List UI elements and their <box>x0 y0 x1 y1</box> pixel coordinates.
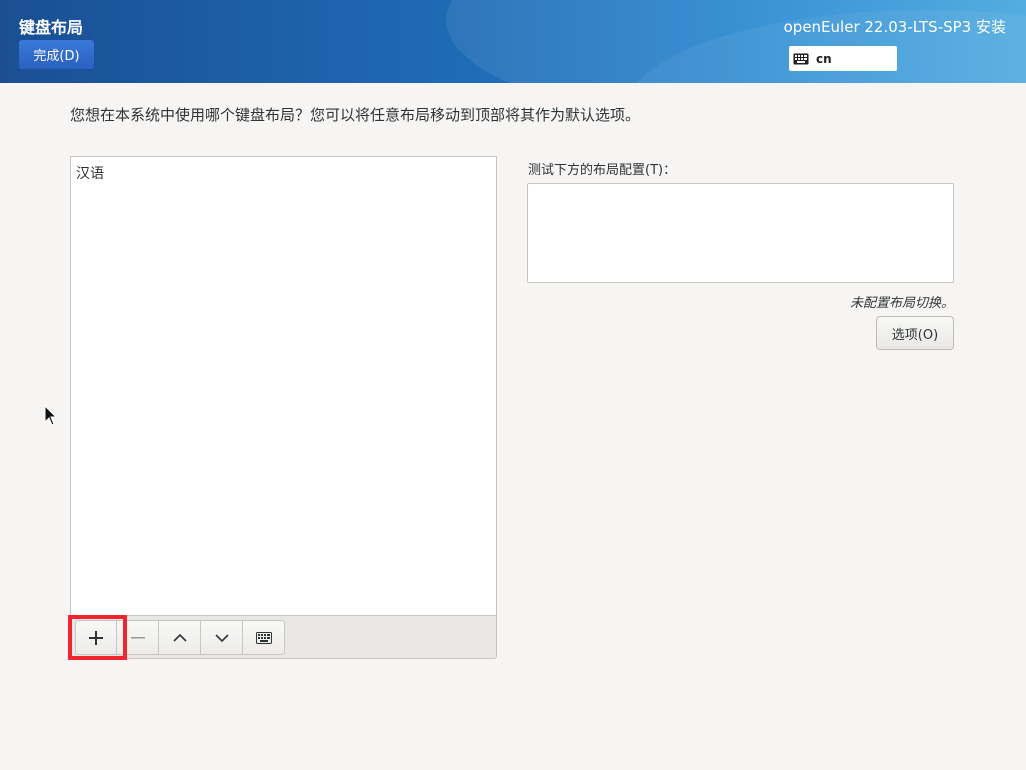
keyboard-icon <box>793 53 809 64</box>
list-item[interactable]: 汉语 <box>71 157 496 189</box>
chevron-down-icon <box>214 633 229 642</box>
mouse-cursor-icon <box>44 405 58 426</box>
options-button[interactable]: 选项(O) <box>876 316 954 350</box>
test-layout-input[interactable] <box>527 183 954 283</box>
done-button[interactable]: 完成(D) <box>18 39 95 70</box>
add-layout-button[interactable] <box>75 620 117 655</box>
layout-list[interactable]: 汉语 <box>70 156 497 616</box>
toolbar-button-group <box>75 620 285 655</box>
plus-icon <box>89 630 103 645</box>
product-title: openEuler 22.03-LTS-SP3 安装 <box>783 18 1006 36</box>
keyboard-layout-value: cn <box>816 51 832 66</box>
layout-toolbar <box>70 615 497 659</box>
page-title: 键盘布局 <box>19 18 84 37</box>
remove-layout-button[interactable] <box>117 620 159 655</box>
test-layout-label: 测试下方的布局配置(T)： <box>528 163 677 178</box>
minus-icon <box>130 636 145 638</box>
header-bar: 键盘布局 完成(D) openEuler 22.03-LTS-SP3 安装 cn <box>0 0 1026 83</box>
keyboard-layout-indicator[interactable]: cn <box>789 46 897 71</box>
move-down-button[interactable] <box>201 620 243 655</box>
chevron-up-icon <box>172 633 187 642</box>
layout-switch-note: 未配置布局切换。 <box>849 296 954 311</box>
intro-text: 您想在本系统中使用哪个键盘布局？您可以将任意布局移动到顶部将其作为默认选项。 <box>70 106 641 124</box>
move-up-button[interactable] <box>159 620 201 655</box>
preview-layout-button[interactable] <box>243 620 285 655</box>
keyboard-icon <box>255 631 272 644</box>
